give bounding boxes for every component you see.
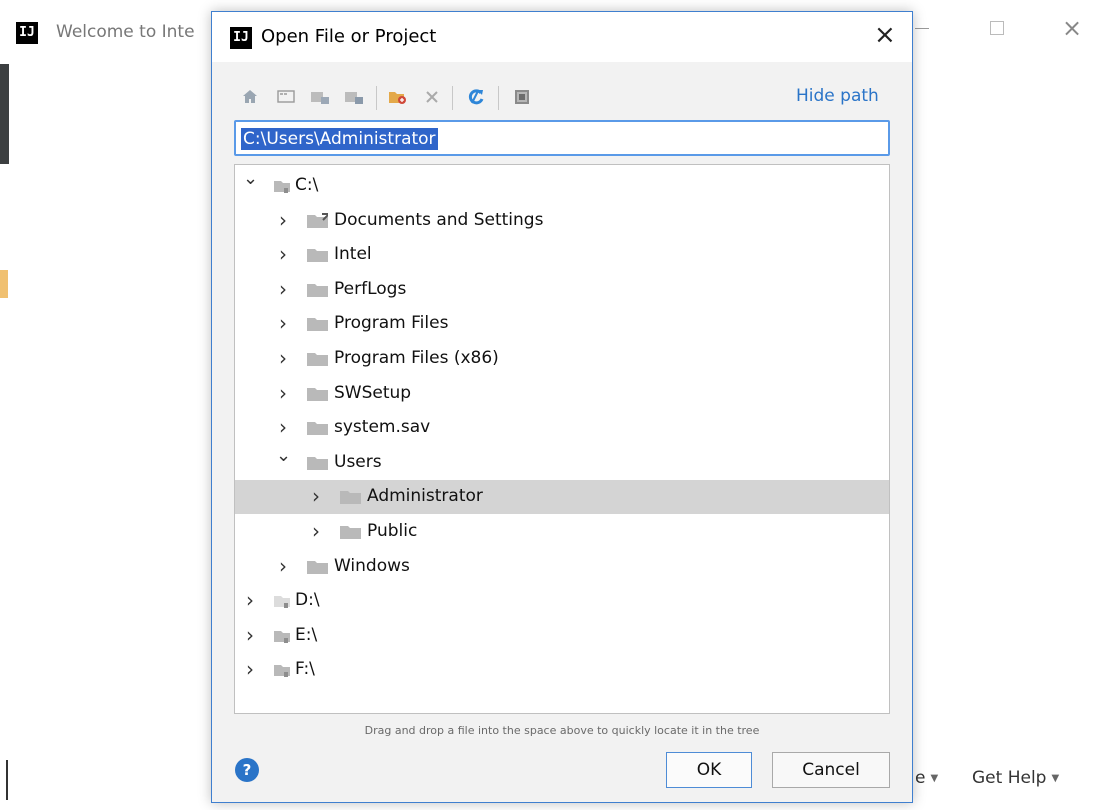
file-tree[interactable]: ⌄ C:\ › Documents and Settings › Intel › PerfLo… [234,164,890,714]
show-hidden-icon[interactable] [510,84,534,110]
drive-icon [274,181,290,193]
chevron-right-icon[interactable]: › [276,383,290,403]
chevron-right-icon[interactable]: › [243,625,257,645]
folder-icon [307,318,328,332]
chevron-down-icon[interactable]: ⌄ [276,446,291,464]
tree-row[interactable]: › E:\ [235,619,889,653]
help-icon[interactable]: ? [235,758,259,782]
tree-row[interactable]: › system.sav [235,411,889,445]
welcome-sidebar-edge [0,64,9,164]
folder-icon [307,387,328,401]
tree-row[interactable]: ⌄ Users [235,446,889,480]
tree-row[interactable]: › Program Files (x86) [235,342,889,376]
chevron-right-icon[interactable]: › [243,659,257,679]
tree-row[interactable]: › PerfLogs [235,273,889,307]
folder-icon [307,212,328,228]
close-icon[interactable]: × [874,22,896,48]
folder-icon [307,456,328,470]
tree-row[interactable]: › Program Files [235,307,889,341]
tree-row-label: Intel [334,244,372,265]
tree-row-label: Administrator [367,486,483,507]
caret-down-icon: ▼ [1051,772,1060,784]
ok-button[interactable]: OK [666,752,752,788]
folder-icon [340,491,361,505]
module-icon[interactable] [342,84,366,110]
minimize-icon[interactable] [915,28,929,29]
toolbar-separator [498,86,499,110]
path-input-value: C:\Users\Administrator [241,128,438,150]
chevron-right-icon[interactable]: › [276,313,290,333]
drag-drop-hint: Drag and drop a file into the space abov… [364,724,760,737]
tree-row-label: PerfLogs [334,278,407,299]
tree-row-label: E:\ [295,624,318,645]
tree-row[interactable]: › Windows [235,550,889,584]
tree-row-label: D:\ [295,590,320,611]
intellij-logo-icon: IJ [16,22,38,44]
folder-icon [307,283,328,297]
chevron-right-icon[interactable]: › [309,521,323,541]
home-icon[interactable] [238,84,262,110]
welcome-sidebar-edge-bottom [6,760,8,800]
hide-path-link[interactable]: Hide path [796,86,879,106]
new-folder-icon[interactable] [386,84,410,110]
tree-row-label: Users [334,451,382,472]
tree-row-label: C:\ [295,175,319,195]
dialog-titlebar[interactable]: IJ Open File or Project × [212,12,912,62]
tree-row-label: SWSetup [334,382,412,403]
dialog-title: Open File or Project [261,26,437,47]
tree-row[interactable]: › SWSetup [235,377,889,411]
tree-row-label: Public [367,521,418,541]
file-chooser-toolbar [238,84,658,112]
project-icon[interactable] [308,84,332,110]
tree-row[interactable]: ⌄ C:\ [235,169,889,203]
cancel-button[interactable]: Cancel [772,752,890,788]
configure-menu[interactable]: e ▼ [915,768,938,788]
tree-row[interactable]: › F:\ [235,653,889,687]
refresh-icon[interactable] [464,84,488,110]
tree-row-label: F:\ [295,659,315,680]
tree-row[interactable]: › D:\ [235,584,889,618]
chevron-right-icon[interactable]: › [276,279,290,299]
tree-row-label: system.sav [334,417,431,438]
toolbar-separator [376,86,377,110]
chevron-right-icon[interactable]: › [243,590,257,610]
tree-row[interactable]: › Intel [235,238,889,272]
get-help-menu-label: Get Help [972,768,1047,788]
welcome-window-title: Welcome to Inte [56,22,195,42]
chevron-right-icon[interactable]: › [309,486,323,506]
chevron-down-icon[interactable]: ⌄ [243,170,258,188]
tree-row[interactable]: › Administrator [235,480,889,515]
tree-row[interactable]: › Public [235,515,889,549]
folder-icon [307,249,328,263]
tree-row-label: Documents and Settings [334,209,544,230]
toolbar-separator [452,86,453,110]
chevron-right-icon[interactable]: › [276,556,290,576]
tree-row-label: Windows [334,555,410,576]
folder-icon [307,560,328,574]
get-help-menu[interactable]: Get Help ▼ [972,768,1059,788]
welcome-sidebar-marker [0,270,8,298]
tree-row[interactable]: › Documents and Settings [235,204,889,238]
folder-icon [307,353,328,366]
tree-row-label: Program Files [334,313,449,334]
chevron-right-icon[interactable]: › [276,244,290,264]
drive-icon [274,665,290,678]
configure-menu-label: e [915,768,926,788]
tree-row-label: Program Files (x86) [334,348,499,368]
folder-icon [307,422,328,436]
maximize-icon[interactable] [990,21,1004,35]
chevron-right-icon[interactable]: › [276,210,290,230]
open-file-dialog: IJ Open File or Project × Hide path C:\U… [211,11,913,803]
path-input[interactable]: C:\Users\Administrator [234,120,890,156]
drive-icon [274,596,290,609]
delete-icon[interactable] [420,84,444,110]
intellij-logo-icon: IJ [230,27,252,49]
drive-icon [274,630,290,643]
folder-icon [340,526,361,539]
chevron-right-icon[interactable]: › [276,417,290,437]
chevron-right-icon[interactable]: › [276,348,290,368]
close-icon[interactable]: × [1062,16,1082,40]
caret-down-icon: ▼ [930,772,939,784]
desktop-icon[interactable] [274,84,298,110]
